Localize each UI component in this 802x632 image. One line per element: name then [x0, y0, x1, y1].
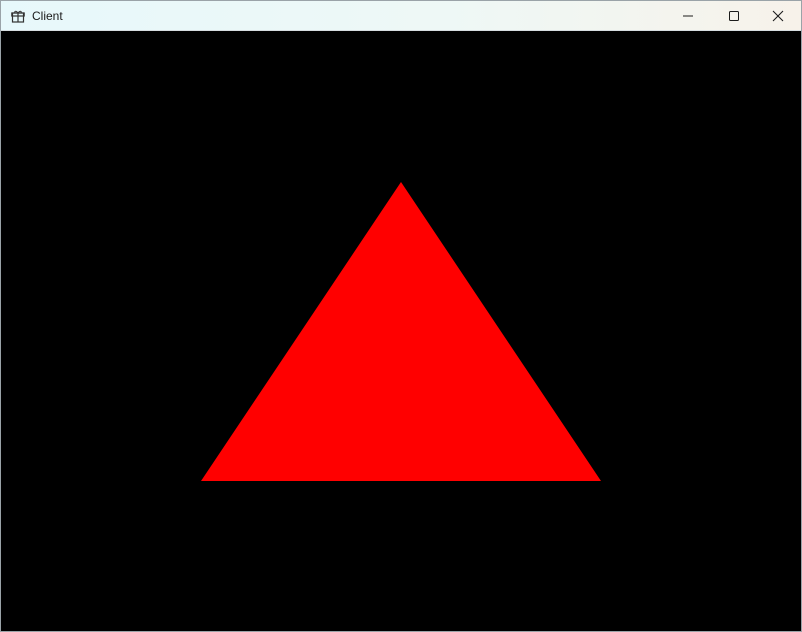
- close-icon: [772, 10, 784, 21]
- title-bar[interactable]: Client: [1, 1, 801, 31]
- window-title: Client: [32, 9, 63, 23]
- render-canvas: [1, 31, 801, 631]
- minimize-icon: [683, 15, 693, 16]
- render-viewport[interactable]: [1, 31, 801, 631]
- maximize-icon: [729, 10, 739, 21]
- maximize-button[interactable]: [711, 1, 757, 30]
- client-window: Client: [0, 0, 802, 632]
- gift-icon: [11, 10, 25, 23]
- close-button[interactable]: [755, 1, 801, 30]
- minimize-button[interactable]: [665, 1, 711, 30]
